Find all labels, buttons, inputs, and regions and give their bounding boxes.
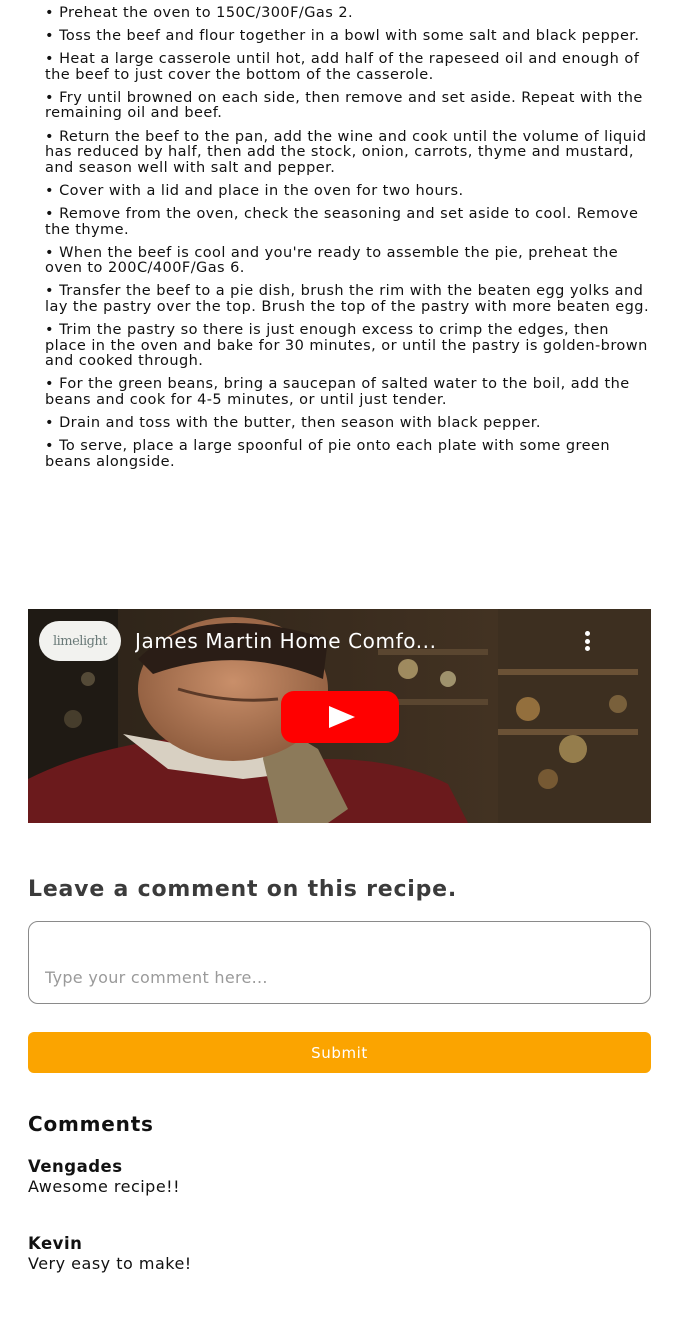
- method-step-text: Remove from the oven, check the seasonin…: [45, 205, 639, 238]
- method-step-text: Preheat the oven to 150C/300F/Gas 2.: [59, 5, 354, 21]
- comments-heading: Comments: [28, 1112, 154, 1136]
- method-step-text: For the green beans, bring a saucepan of…: [45, 376, 630, 408]
- method-step-text: Transfer the beef to a pie dish, brush t…: [45, 283, 650, 315]
- submit-button[interactable]: Submit: [28, 1032, 651, 1073]
- method-step-text: Trim the pastry so there is just enough …: [45, 322, 648, 370]
- comment-item: Kevin Very easy to make!: [28, 1234, 628, 1274]
- more-vertical-icon[interactable]: [580, 631, 594, 655]
- play-icon[interactable]: [281, 691, 399, 743]
- method-step-text: Cover with a lid and place in the oven f…: [59, 182, 464, 199]
- comment-text: Awesome recipe!!: [28, 1177, 181, 1196]
- method-step: • Transfer the beef to a pie dish, brush…: [45, 283, 650, 315]
- video-title[interactable]: James Martin Home Comfo...: [135, 629, 575, 653]
- method-step: • Return the beef to the pan, add the wi…: [45, 128, 647, 176]
- method-step-text: Return the beef to the pan, add the wine…: [45, 128, 647, 176]
- method-step: • Trim the pastry so there is just enoug…: [45, 322, 648, 370]
- comment-input[interactable]: [28, 921, 651, 1004]
- method-step: • When the beef is cool and you're ready…: [45, 244, 619, 277]
- method-step-text: Fry until browned on each side, then rem…: [45, 89, 643, 122]
- method-step: • To serve, place a large spoonful of pi…: [45, 438, 610, 470]
- comment-author: Vengades: [28, 1157, 123, 1176]
- channel-logo-text: limelight: [52, 633, 108, 649]
- method-step: • Drain and toss with the butter, then s…: [45, 414, 541, 431]
- channel-logo[interactable]: limelight: [39, 621, 121, 661]
- comment-author: Kevin: [28, 1234, 83, 1253]
- method-step-text: When the beef is cool and you're ready t…: [45, 244, 619, 277]
- video-player[interactable]: limelight James Martin Home Comfo...: [28, 609, 651, 823]
- method-step-text: Heat a large casserole until hot, add ha…: [45, 51, 640, 83]
- comment-form-heading: Leave a comment on this recipe.: [28, 877, 458, 902]
- method-step: • Preheat the oven to 150C/300F/Gas 2.: [45, 5, 354, 21]
- method-step-text: Toss the beef and flour together in a bo…: [59, 28, 640, 45]
- comment-item: Vengades Awesome recipe!!: [28, 1157, 628, 1197]
- comment-text: Very easy to make!: [28, 1254, 192, 1273]
- method-step: • Remove from the oven, check the season…: [45, 205, 639, 238]
- method-step: • Toss the beef and flour together in a …: [45, 28, 640, 45]
- method-step-text: Drain and toss with the butter, then sea…: [59, 414, 541, 431]
- method-step-text: To serve, place a large spoonful of pie …: [45, 438, 610, 470]
- method-step: • Cover with a lid and place in the oven…: [45, 182, 464, 199]
- method-step: • Heat a large casserole until hot, add …: [45, 51, 640, 83]
- method-step: • Fry until browned on each side, then r…: [45, 89, 643, 122]
- method-step: • For the green beans, bring a saucepan …: [45, 376, 630, 408]
- method-steps: • Preheat the oven to 150C/300F/Gas 2. •…: [45, 5, 655, 478]
